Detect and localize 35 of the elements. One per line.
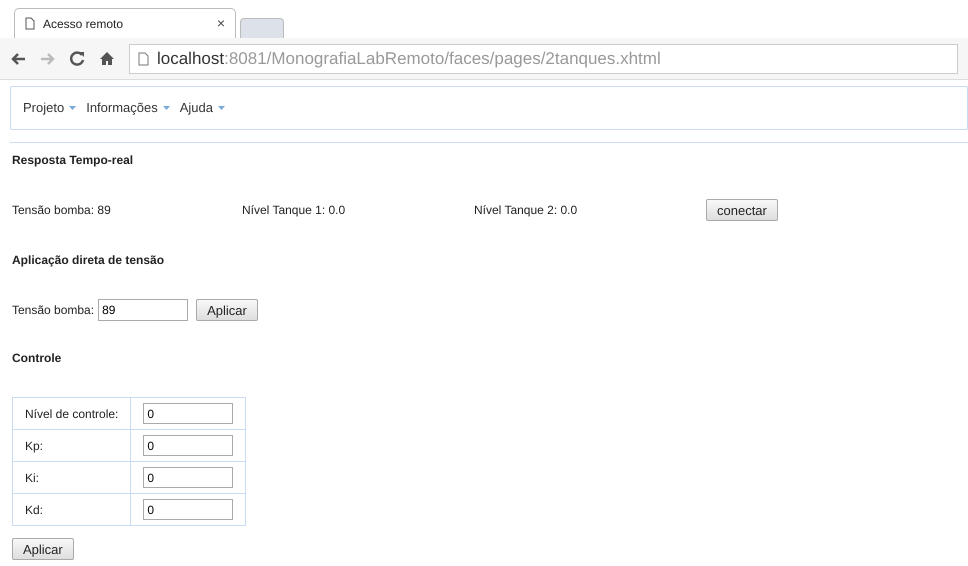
home-icon[interactable] bbox=[99, 51, 115, 66]
parameter-label: Kd: bbox=[12, 494, 131, 526]
caret-icon bbox=[162, 106, 170, 110]
close-button[interactable]: × bbox=[216, 13, 225, 34]
section-heading: Resposta Tempo-real bbox=[12, 152, 134, 169]
reading-text: Nível Tanque 1: 0.0 bbox=[242, 202, 346, 219]
apply-button[interactable]: Aplicar bbox=[196, 299, 258, 321]
parameter-input[interactable]: 0 bbox=[143, 435, 234, 456]
section-heading: Controle bbox=[12, 350, 62, 367]
tab-title: Acesso remoto bbox=[43, 16, 124, 32]
page-icon bbox=[138, 52, 149, 66]
address-bar[interactable]: localhost:8081/MonografiaLabRemoto/faces/pages/2tanques.xhtml bbox=[129, 44, 958, 74]
parameter-label: Nível de controle: bbox=[12, 398, 131, 430]
back-icon[interactable] bbox=[10, 52, 26, 66]
parameter-input[interactable]: 0 bbox=[143, 467, 234, 488]
connect-button[interactable]: conectar bbox=[706, 199, 778, 221]
parameter-label: Kp: bbox=[12, 430, 131, 462]
apply-button[interactable]: Aplicar bbox=[12, 538, 74, 560]
caret-icon bbox=[218, 106, 225, 110]
menu-item[interactable]: Ajuda bbox=[180, 98, 225, 118]
page-icon bbox=[25, 17, 35, 30]
voltage-input[interactable]: 89 bbox=[98, 299, 188, 321]
section-heading: Aplicação direta de tensão bbox=[12, 252, 166, 269]
caret-icon bbox=[69, 106, 76, 110]
parameter-input[interactable]: 0 bbox=[143, 499, 234, 520]
parameter-input[interactable]: 0 bbox=[143, 403, 234, 424]
url-text: localhost:8081/MonografiaLabRemoto/faces/pages/2tanques.xhtml bbox=[157, 48, 661, 70]
menu-item[interactable]: Projeto bbox=[23, 98, 76, 118]
menu-item[interactable]: Informações bbox=[86, 98, 170, 118]
reading-text: Nível Tanque 2: 0.0 bbox=[474, 202, 578, 219]
browser-tab[interactable]: Acesso remoto × bbox=[14, 8, 236, 38]
field-label: Tensão bomba: bbox=[12, 302, 94, 319]
reading-text: Tensão bomba: 89 bbox=[12, 202, 112, 219]
reload-icon[interactable] bbox=[70, 51, 85, 66]
parameter-label: Ki: bbox=[12, 462, 131, 494]
